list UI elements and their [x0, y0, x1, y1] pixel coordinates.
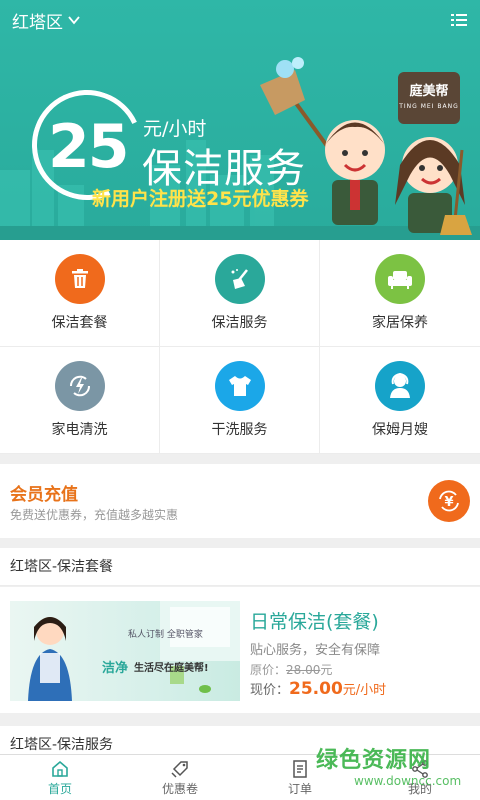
yen-refresh-icon[interactable]: ¥: [428, 480, 470, 522]
brand-logo: 庭美帮 TING MEI BANG: [398, 72, 460, 124]
lightning-refresh-icon: [54, 361, 105, 411]
nanny-icon: [375, 361, 425, 411]
brand-logo-subtext: TING MEI BANG: [399, 103, 459, 110]
service-label: 保洁套餐: [51, 315, 108, 331]
chevron-down-icon: [68, 16, 80, 25]
order-icon: [293, 759, 307, 778]
service-label: 保姆月嫂: [372, 422, 428, 438]
broom-icon: [214, 254, 265, 304]
original-price-label: 原价：: [250, 663, 287, 677]
package-image: 私人订制 全职管家 洁净 生活尽在庭美帮!: [10, 601, 240, 701]
member-title: 会员充值: [10, 485, 78, 505]
current-price-value: 25.00: [289, 679, 343, 699]
nav-coupon[interactable]: 优惠卷: [120, 755, 240, 800]
original-price-value: 28.00: [286, 663, 321, 677]
section-header-package: 红塔区-保洁套餐: [0, 548, 480, 586]
list-icon[interactable]: [450, 11, 468, 29]
current-price-unit: 元/小时: [342, 683, 387, 698]
cleaner-woman-illustration: [28, 601, 240, 701]
package-title: 日常保洁(套餐): [250, 611, 379, 633]
package-image-slogan: 生活尽在庭美帮!: [134, 663, 209, 674]
sofa-icon: [375, 254, 425, 304]
nav-orders[interactable]: 订单: [240, 755, 360, 800]
nav-label: 优惠卷: [161, 781, 198, 796]
package-current-price: 现价：25.00元/小时: [250, 679, 386, 699]
nav-home[interactable]: 首页: [0, 755, 120, 800]
brand-logo-text: 庭美帮: [409, 84, 449, 99]
home-icon: [52, 760, 68, 777]
coupon-icon: [171, 760, 188, 778]
original-price-unit: 元: [320, 663, 333, 677]
service-label: 干洗服务: [211, 422, 268, 438]
service-label: 保洁服务: [211, 315, 268, 331]
service-label: 家电清洗: [51, 422, 108, 438]
location-selector[interactable]: 红塔区: [12, 8, 81, 33]
service-grid: 保洁套餐 保洁服务 家居保养 家电清洗 干洗服务 保姆月嫂: [0, 240, 480, 454]
package-description: 贴心服务，安全有保障: [250, 643, 381, 658]
service-home-care[interactable]: 家居保养: [320, 240, 480, 347]
service-appliance-cleaning[interactable]: 家电清洗: [0, 347, 160, 454]
package-image-caption: 私人订制 全职管家: [128, 630, 203, 640]
service-cleaning[interactable]: 保洁服务: [160, 240, 320, 347]
banner-price: 25: [48, 112, 129, 182]
location-label: 红塔区: [12, 12, 63, 33]
nav-label: 我的: [407, 781, 432, 796]
package-original-price: 原价：28.00元: [250, 661, 332, 678]
package-image-headline: 洁净: [102, 661, 129, 676]
member-recharge-card[interactable]: 会员充值 免费送优惠券，充值越多越实惠 ¥: [0, 464, 480, 538]
top-bar: 红塔区: [0, 0, 480, 40]
service-label: 家居保养: [372, 315, 428, 331]
nav-label: 首页: [47, 781, 72, 796]
package-item[interactable]: 私人订制 全职管家 洁净 生活尽在庭美帮! 日常保洁(套餐) 贴心服务，安全有保…: [0, 587, 480, 713]
service-nanny[interactable]: 保姆月嫂: [320, 347, 480, 454]
svg-text:¥: ¥: [444, 495, 453, 510]
current-price-label: 现价：: [250, 683, 290, 698]
member-subtitle: 免费送优惠券，充值越多越实惠: [10, 508, 179, 522]
nav-label: 订单: [287, 781, 312, 796]
service-cleaning-package[interactable]: 保洁套餐: [0, 240, 160, 347]
nav-mine[interactable]: 我的: [360, 755, 480, 800]
trash-icon: [54, 254, 105, 304]
tshirt-icon: [214, 361, 265, 411]
share-icon: [412, 759, 428, 778]
bottom-nav: 首页 优惠卷 订单 我的: [0, 754, 480, 800]
service-dry-cleaning[interactable]: 干洗服务: [160, 347, 320, 454]
